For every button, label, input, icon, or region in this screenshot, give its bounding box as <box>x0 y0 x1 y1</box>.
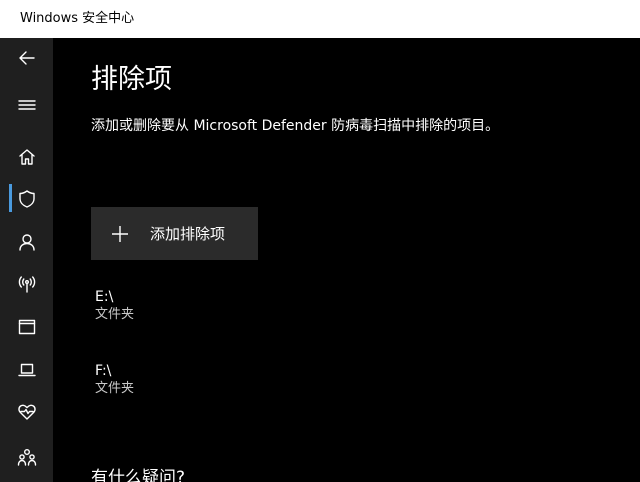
sidebar <box>0 38 53 482</box>
browser-window-icon <box>18 319 36 335</box>
security-center-window: Windows 安全中心 排除项 添加或删除要从 Microsoft Defen… <box>0 0 640 482</box>
back-button[interactable] <box>11 42 43 74</box>
page-title: 排除项 <box>91 64 172 95</box>
nav-device-security[interactable] <box>11 354 43 386</box>
person-icon <box>19 234 35 251</box>
nav-home[interactable] <box>11 141 43 173</box>
menu-button[interactable] <box>11 89 43 121</box>
wireless-antenna-icon <box>18 276 36 293</box>
nav-device-health[interactable] <box>11 396 43 428</box>
exclusion-type: 文件夹 <box>95 381 135 396</box>
help-heading: 有什么疑问? <box>91 468 186 482</box>
exclusion-item[interactable]: F:\ 文件夹 <box>95 362 395 406</box>
exclusion-path: E:\ <box>95 289 114 305</box>
hamburger-menu-icon <box>18 100 36 110</box>
exclusion-type: 文件夹 <box>95 307 135 322</box>
nav-account-protection[interactable] <box>11 226 43 258</box>
shield-icon <box>19 190 35 208</box>
back-arrow-icon <box>19 51 35 65</box>
heart-pulse-icon <box>18 404 36 420</box>
home-icon <box>19 149 35 165</box>
nav-family-options[interactable] <box>11 441 43 473</box>
title-bar[interactable]: Windows 安全中心 <box>0 0 640 38</box>
add-exclusion-label: 添加排除项 <box>150 225 226 243</box>
window-title: Windows 安全中心 <box>20 11 135 26</box>
add-exclusion-button[interactable]: 添加排除项 <box>91 207 258 260</box>
nav-app-browser-control[interactable] <box>11 311 43 343</box>
main-content: 排除项 添加或删除要从 Microsoft Defender 防病毒扫描中排除的… <box>53 38 640 482</box>
nav-firewall[interactable] <box>11 268 43 300</box>
page-description: 添加或删除要从 Microsoft Defender 防病毒扫描中排除的项目。 <box>91 118 500 134</box>
exclusion-path: F:\ <box>95 363 112 379</box>
plus-icon <box>111 225 129 243</box>
nav-virus-protection[interactable] <box>11 183 43 215</box>
exclusion-item[interactable]: E:\ 文件夹 <box>95 288 395 332</box>
laptop-icon <box>18 363 36 377</box>
family-group-icon <box>17 449 37 466</box>
